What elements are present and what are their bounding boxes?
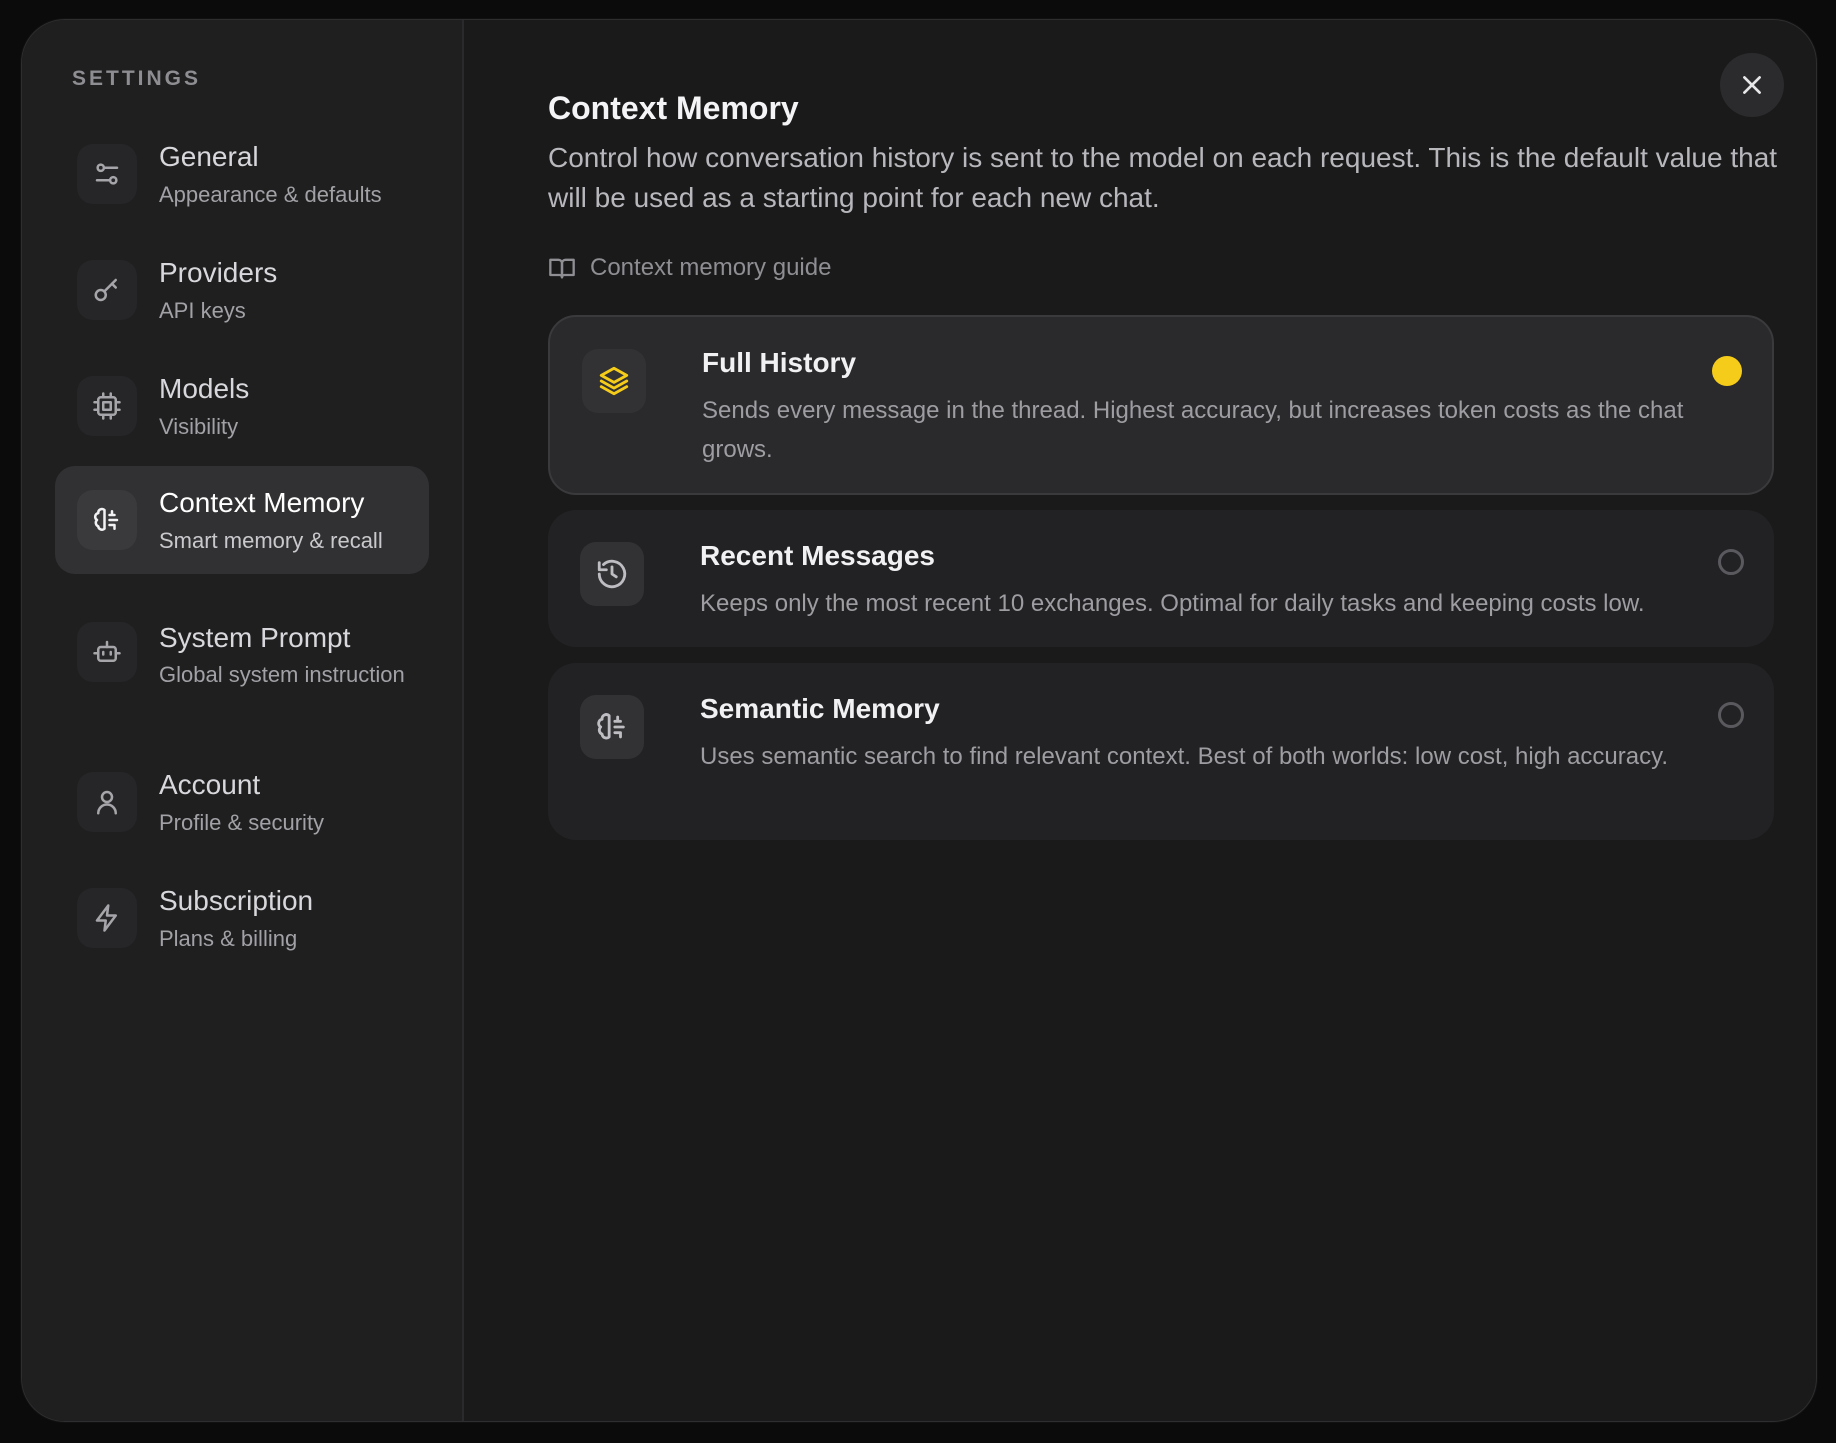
radio-recent-messages[interactable] <box>1718 549 1744 575</box>
option-semantic-memory[interactable]: Semantic Memory Uses semantic search to … <box>548 663 1774 840</box>
layers-icon <box>582 349 646 413</box>
history-icon <box>580 542 644 606</box>
sidebar-item-general[interactable]: General Appearance & defaults <box>55 124 429 224</box>
sidebar-item-sub: Global system instruction <box>159 662 405 687</box>
option-title: Full History <box>702 347 857 378</box>
option-description: Keeps only the most recent 10 exchanges.… <box>700 590 1645 617</box>
settings-modal: SETTINGS General Appearance & defaults P… <box>21 19 1817 1422</box>
sidebar-item-models[interactable]: Models Visibility <box>55 356 429 456</box>
key-icon <box>77 260 137 320</box>
sidebar-item-label: Providers <box>159 257 278 288</box>
guide-link-label: Context memory guide <box>590 254 832 281</box>
sidebar-item-label: Subscription <box>159 885 314 916</box>
sidebar-item-sub: Appearance & defaults <box>159 182 382 207</box>
page-title: Context Memory <box>548 90 799 126</box>
sidebar-item-sub: Visibility <box>159 414 239 439</box>
sidebar-item-system-prompt[interactable]: System Prompt Global system instruction <box>55 588 429 716</box>
sidebar-item-label: Account <box>159 769 261 800</box>
page-description: Control how conversation history is sent… <box>548 142 1778 213</box>
sidebar-item-subscription[interactable]: Subscription Plans & billing <box>55 868 429 968</box>
brain-icon <box>77 490 137 550</box>
sidebar-item-label: General <box>159 141 259 172</box>
bot-icon <box>77 622 137 682</box>
sidebar-item-sub: Smart memory & recall <box>159 528 383 553</box>
sidebar-item-context-memory[interactable]: Context Memory Smart memory & recall <box>55 466 429 574</box>
book-icon <box>549 258 575 279</box>
sidebar-item-label: Models <box>159 373 250 404</box>
option-full-history[interactable]: Full History Sends every message in the … <box>548 315 1774 495</box>
brain-icon <box>580 695 644 759</box>
sidebar-item-account[interactable]: Account Profile & security <box>55 752 429 852</box>
settings-sidebar: SETTINGS General Appearance & defaults P… <box>22 20 464 1421</box>
radio-full-history[interactable] <box>1712 356 1742 386</box>
option-description: Sends every message in the thread. Highe… <box>702 397 1684 463</box>
sidebar-item-sub: Plans & billing <box>159 926 298 951</box>
sidebar-item-providers[interactable]: Providers API keys <box>55 240 429 340</box>
option-title: Semantic Memory <box>700 693 940 724</box>
option-recent-messages[interactable]: Recent Messages Keeps only the most rece… <box>548 510 1774 647</box>
option-title: Recent Messages <box>700 540 936 571</box>
cpu-icon <box>77 376 137 436</box>
sidebar-item-label: Context Memory <box>159 487 365 518</box>
settings-content: Context Memory Control how conversation … <box>464 20 1816 1421</box>
sliders-icon <box>77 144 137 204</box>
lightning-icon <box>77 888 137 948</box>
option-description: Uses semantic search to find relevant co… <box>700 743 1669 770</box>
sidebar-item-label: System Prompt <box>159 622 351 653</box>
radio-semantic-memory[interactable] <box>1718 702 1744 728</box>
context-memory-guide-link[interactable]: Context memory guide <box>548 254 831 282</box>
sidebar-item-sub: API keys <box>159 298 246 323</box>
sidebar-item-sub: Profile & security <box>159 810 325 835</box>
close-button[interactable] <box>1720 53 1784 117</box>
user-icon <box>77 772 137 832</box>
close-icon <box>1743 76 1761 94</box>
sidebar-title: SETTINGS <box>72 67 202 90</box>
